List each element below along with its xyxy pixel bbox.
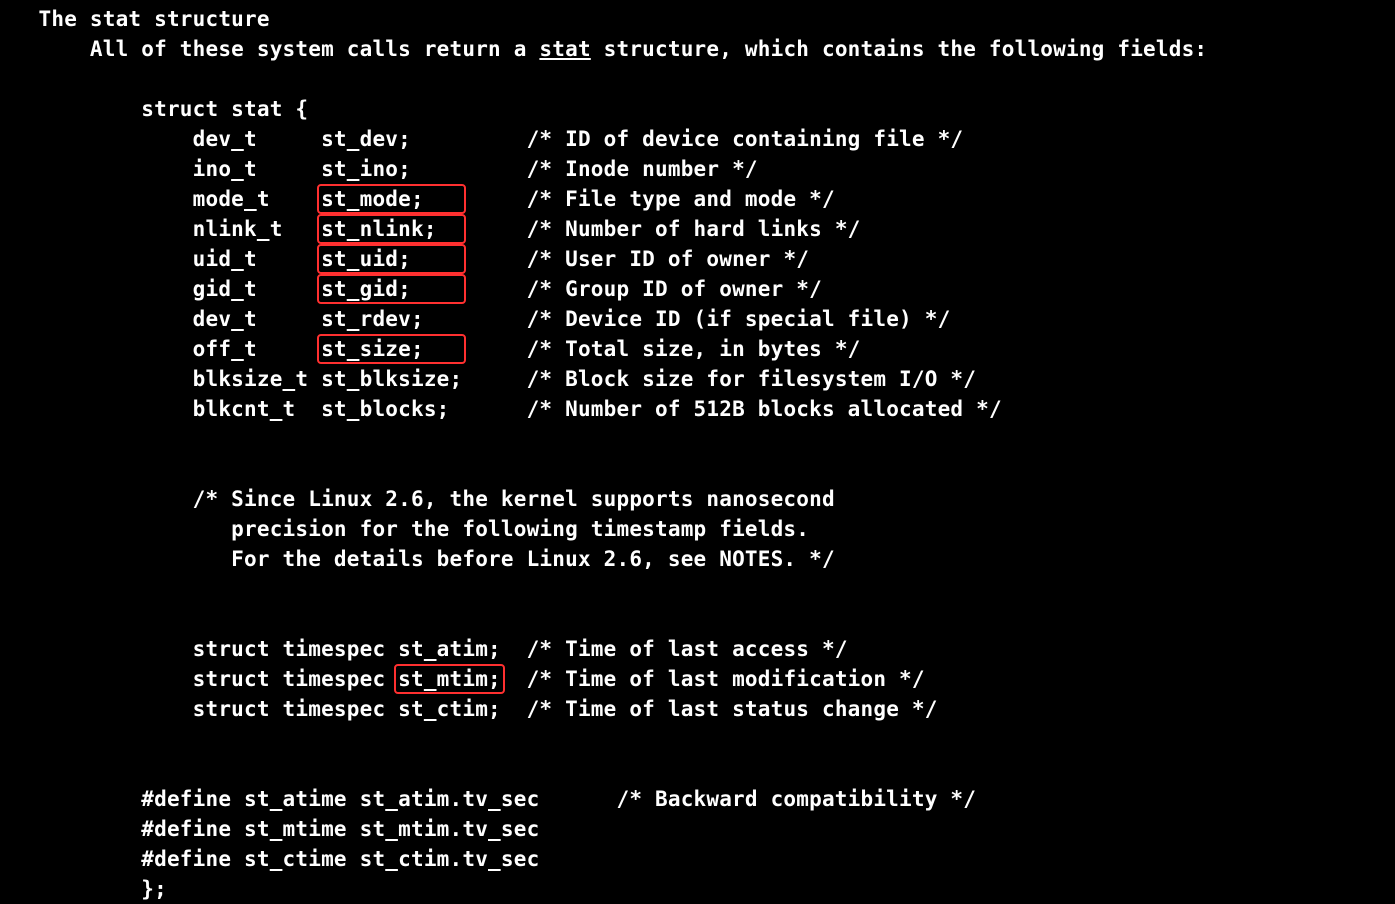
field-comment: /* Total size, in bytes */ bbox=[527, 337, 861, 361]
section-title: The stat structure bbox=[39, 7, 270, 31]
struct-field-line: mode_t st_mode; /* File type and mode */ bbox=[0, 187, 835, 211]
field-type: blksize_t bbox=[193, 367, 321, 391]
timespec-comment: /* Time of last modification */ bbox=[527, 667, 925, 691]
note-line: /* Since Linux 2.6, the kernel supports … bbox=[0, 487, 835, 511]
define-line: #define st_atime st_atim.tv_sec /* Backw… bbox=[0, 787, 976, 811]
field-comment: /* Inode number */ bbox=[527, 157, 758, 181]
field-name: st_dev; bbox=[321, 127, 462, 151]
timespec-comment: /* Time of last access */ bbox=[527, 637, 848, 661]
timespec-name-highlight: st_mtim; bbox=[394, 664, 505, 694]
field-comment: /* Device ID (if special file) */ bbox=[527, 307, 951, 331]
struct-field-line: dev_t st_dev; /* ID of device containing… bbox=[0, 127, 963, 151]
note-line: precision for the following timestamp fi… bbox=[0, 517, 809, 541]
field-type: ino_t bbox=[193, 157, 321, 181]
struct-field-line: ino_t st_ino; /* Inode number */ bbox=[0, 157, 758, 181]
field-comment: /* Number of 512B blocks allocated */ bbox=[527, 397, 1002, 421]
timespec-prefix: struct timespec bbox=[193, 697, 399, 721]
field-name-highlight: st_uid; bbox=[317, 244, 466, 274]
field-name: st_blksize; bbox=[321, 367, 462, 391]
field-type: uid_t bbox=[193, 247, 321, 271]
timespec-line: struct timespec st_ctim; /* Time of last… bbox=[0, 697, 938, 721]
stat-keyword: stat bbox=[539, 37, 590, 61]
section-title-line: The stat structure bbox=[0, 7, 270, 31]
intro-line: All of these system calls return a stat … bbox=[0, 37, 1207, 61]
struct-field-line: gid_t st_gid; /* Group ID of owner */ bbox=[0, 277, 822, 301]
struct-field-line: uid_t st_uid; /* User ID of owner */ bbox=[0, 247, 809, 271]
field-type: dev_t bbox=[193, 127, 321, 151]
field-type: gid_t bbox=[193, 277, 321, 301]
field-comment: /* ID of device containing file */ bbox=[527, 127, 964, 151]
field-name-highlight: st_mode; bbox=[317, 184, 466, 214]
struct-field-line: blksize_t st_blksize; /* Block size for … bbox=[0, 367, 976, 391]
struct-note: /* Since Linux 2.6, the kernel supports … bbox=[0, 484, 1395, 574]
field-comment: /* User ID of owner */ bbox=[527, 247, 810, 271]
timespec-prefix: struct timespec bbox=[193, 637, 399, 661]
field-comment: /* Number of hard links */ bbox=[527, 217, 861, 241]
field-type: nlink_t bbox=[193, 217, 321, 241]
timespec-name: st_atim; bbox=[398, 637, 501, 661]
timespec-name: st_ctim; bbox=[398, 697, 501, 721]
field-type: off_t bbox=[193, 337, 321, 361]
field-comment: /* File type and mode */ bbox=[527, 187, 835, 211]
struct-open: struct stat { bbox=[0, 97, 308, 121]
field-name-highlight: st_gid; bbox=[317, 274, 466, 304]
field-name-highlight: st_nlink; bbox=[317, 214, 466, 244]
timespec-comment: /* Time of last status change */ bbox=[527, 697, 938, 721]
field-name-highlight: st_size; bbox=[317, 334, 466, 364]
struct-timespecs: struct timespec st_atim; /* Time of last… bbox=[0, 634, 1395, 724]
struct-field-line: nlink_t st_nlink; /* Number of hard link… bbox=[0, 217, 861, 241]
struct-defines: #define st_atime st_atim.tv_sec /* Backw… bbox=[0, 784, 1395, 874]
field-name: st_rdev; bbox=[321, 307, 462, 331]
field-name: st_ino; bbox=[321, 157, 462, 181]
field-name: st_blocks; bbox=[321, 397, 462, 421]
field-comment: /* Block size for filesystem I/O */ bbox=[527, 367, 977, 391]
field-type: mode_t bbox=[193, 187, 321, 211]
note-line: For the details before Linux 2.6, see NO… bbox=[0, 547, 835, 571]
manpage-excerpt: The stat structure All of these system c… bbox=[0, 0, 1395, 904]
struct-field-line: off_t st_size; /* Total size, in bytes *… bbox=[0, 337, 861, 361]
field-comment: /* Group ID of owner */ bbox=[527, 277, 822, 301]
struct-field-line: blkcnt_t st_blocks; /* Number of 512B bl… bbox=[0, 397, 1002, 421]
define-line: #define st_ctime st_ctim.tv_sec bbox=[0, 847, 539, 871]
field-type: blkcnt_t bbox=[193, 397, 321, 421]
struct-close: }; bbox=[0, 877, 167, 901]
define-line: #define st_mtime st_mtim.tv_sec bbox=[0, 817, 539, 841]
field-type: dev_t bbox=[193, 307, 321, 331]
timespec-prefix: struct timespec bbox=[193, 667, 399, 691]
struct-field-line: dev_t st_rdev; /* Device ID (if special … bbox=[0, 307, 950, 331]
struct-fields: dev_t st_dev; /* ID of device containing… bbox=[0, 124, 1395, 424]
timespec-line: struct timespec st_atim; /* Time of last… bbox=[0, 637, 848, 661]
timespec-line: struct timespec st_mtim; /* Time of last… bbox=[0, 667, 925, 691]
